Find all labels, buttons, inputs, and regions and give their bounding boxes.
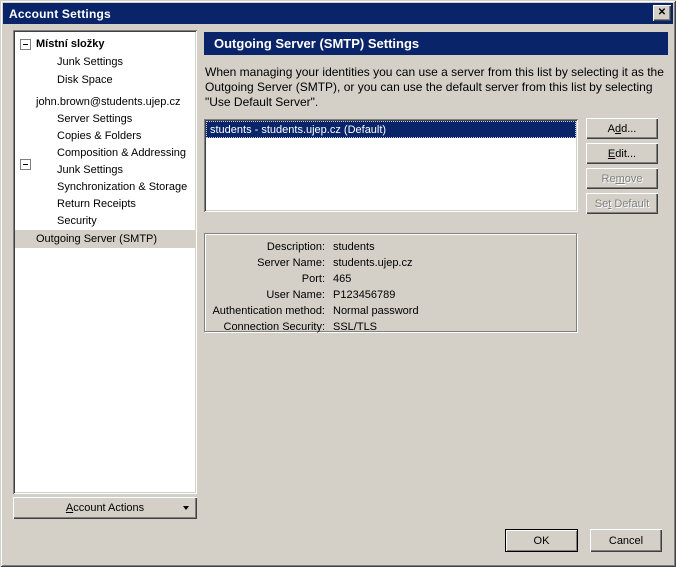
page-header: Outgoing Server (SMTP) Settings [204, 32, 668, 55]
tree-item-label: Return Receipts [57, 198, 136, 210]
tree-item-label: Copies & Folders [57, 130, 141, 142]
tree-item-server-settings[interactable]: Server Settings [15, 110, 195, 128]
tree-item-return-receipts[interactable]: Return Receipts [15, 195, 195, 213]
dropdown-arrow-icon [183, 506, 189, 510]
tree-item-outgoing-server[interactable]: Outgoing Server (SMTP) [15, 230, 195, 248]
detail-label: Port: [205, 273, 333, 285]
close-button[interactable]: ✕ [653, 5, 671, 21]
tree-item-junk-settings-account[interactable]: Junk Settings [15, 161, 195, 179]
ok-button[interactable]: OK [505, 529, 578, 552]
tree-item-label: Místní složky [36, 38, 104, 50]
detail-value: 465 [333, 273, 576, 285]
description-text: When managing your identities you can us… [205, 65, 671, 110]
tree-item-label: Composition & Addressing [57, 147, 186, 159]
titlebar[interactable]: Account Settings [3, 3, 673, 24]
smtp-server-list[interactable]: students - students.ujep.cz (Default) [204, 119, 578, 212]
tree-item-label: john.brown@students.ujep.cz [36, 96, 180, 108]
detail-label: Description: [205, 241, 333, 253]
server-details-panel: Description: students Server Name: stude… [204, 233, 577, 332]
tree-item-label: Disk Space [57, 74, 113, 86]
server-list-item-label: students - students.ujep.cz (Default) [210, 124, 386, 136]
tree-item-copies-folders[interactable]: Copies & Folders [15, 127, 195, 145]
close-icon: ✕ [658, 8, 666, 18]
tree-item-label: Security [57, 215, 97, 227]
tree-item-account[interactable]: john.brown@students.ujep.cz [15, 93, 195, 111]
add-button[interactable]: Add... [586, 118, 658, 139]
detail-value: students [333, 241, 576, 253]
edit-button[interactable]: Edit... [586, 143, 658, 164]
remove-button: Remove [586, 168, 658, 189]
detail-label: Server Name: [205, 257, 333, 269]
tree-item-security[interactable]: Security [15, 212, 195, 230]
detail-value: P123456789 [333, 289, 576, 301]
detail-row-user-name: User Name: P123456789 [205, 287, 576, 303]
detail-row-authentication-method: Authentication method: Normal password [205, 303, 576, 319]
tree-item-junk-settings-local[interactable]: Junk Settings [15, 53, 195, 71]
tree-item-local-folders[interactable]: Místní složky [15, 35, 195, 53]
tree-item-synchronization-storage[interactable]: Synchronization & Storage [15, 178, 195, 196]
detail-row-connection-security: Connection Security: SSL/TLS [205, 319, 576, 335]
detail-label: User Name: [205, 289, 333, 301]
detail-label: Authentication method: [205, 305, 333, 317]
tree-item-composition-addressing[interactable]: Composition & Addressing [15, 144, 195, 162]
settings-tree[interactable]: Místní složky Junk Settings Disk Space j… [13, 30, 197, 494]
detail-label: Connection Security: [205, 321, 333, 333]
set-default-button: Set Default [586, 193, 658, 214]
account-actions-button[interactable]: Account Actions [13, 497, 197, 519]
tree-item-label: Junk Settings [57, 56, 123, 68]
cancel-button[interactable]: Cancel [590, 529, 662, 552]
window-title: Account Settings [9, 7, 111, 21]
detail-value: SSL/TLS [333, 321, 576, 333]
detail-row-description: Description: students [205, 239, 576, 255]
tree-item-label: Junk Settings [57, 164, 123, 176]
page-title: Outgoing Server (SMTP) Settings [214, 36, 419, 51]
detail-value: Normal password [333, 305, 576, 317]
tree-item-label: Server Settings [57, 113, 132, 125]
collapse-toggle-icon[interactable] [20, 39, 31, 50]
tree-item-label: Synchronization & Storage [57, 181, 187, 193]
account-settings-dialog: Account Settings ✕ Místní složky Junk Se… [0, 0, 676, 567]
tree-item-disk-space[interactable]: Disk Space [15, 71, 195, 89]
detail-value: students.ujep.cz [333, 257, 576, 269]
detail-row-port: Port: 465 [205, 271, 576, 287]
detail-row-server-name: Server Name: students.ujep.cz [205, 255, 576, 271]
server-list-item[interactable]: students - students.ujep.cz (Default) [206, 121, 576, 138]
tree-item-label: Outgoing Server (SMTP) [36, 233, 157, 245]
